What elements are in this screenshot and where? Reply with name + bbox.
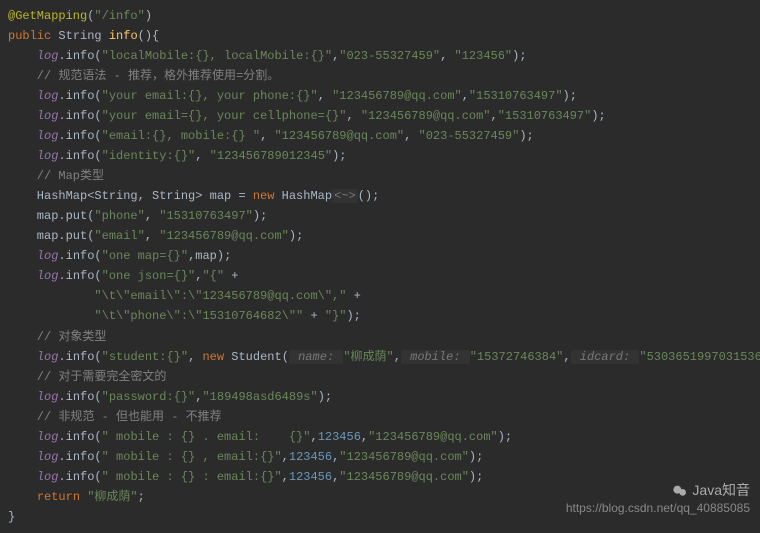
watermark: Java知音 https://blog.csdn.net/qq_40885085: [566, 481, 750, 517]
hint-mobile: mobile:: [401, 350, 470, 364]
close-brace: }: [8, 510, 15, 524]
method-name: info: [109, 29, 138, 43]
wechat-icon: [672, 483, 688, 499]
keyword-public: public: [8, 29, 58, 43]
hint-name: name:: [289, 350, 343, 364]
code-block: @GetMapping("/info") public String info(…: [0, 0, 760, 533]
type-hint: <~>: [332, 189, 358, 203]
comment: // 非规范 - 但也能用 - 不推荐: [8, 410, 222, 424]
type-string: String: [58, 29, 108, 43]
log-ref: log: [37, 49, 59, 63]
comment: // Map类型: [8, 169, 104, 183]
brand-text: Java知音: [692, 482, 750, 498]
hint-idcard: idcard:: [571, 350, 640, 364]
comment: // 对象类型: [8, 330, 106, 344]
blog-url: https://blog.csdn.net/qq_40885085: [566, 500, 750, 517]
keyword-return: return: [37, 490, 87, 504]
annotation: @GetMapping: [8, 9, 87, 23]
comment: // 规范语法 - 推荐，格外推荐使用=分割。: [8, 69, 279, 83]
mapping-path: "/info": [94, 9, 144, 23]
comment: // 对于需要完全密文的: [8, 370, 166, 384]
paren: (){: [138, 29, 160, 43]
